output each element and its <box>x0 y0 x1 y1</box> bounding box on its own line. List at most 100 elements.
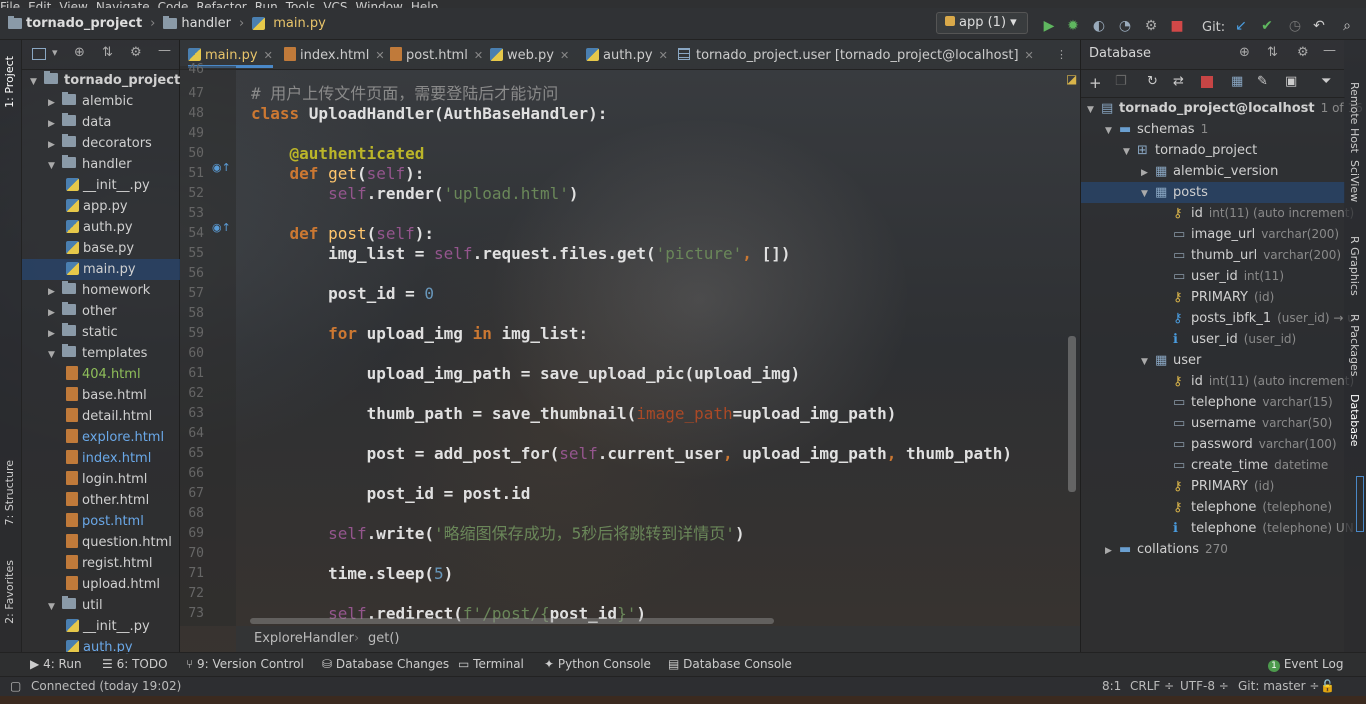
terminal-tool-tab[interactable]: ▭ Terminal <box>458 657 524 671</box>
tree-file[interactable]: __init__.py <box>22 616 180 637</box>
close-icon[interactable]: ✕ <box>659 49 668 62</box>
locate-icon[interactable]: ⊕ <box>1239 45 1250 60</box>
tree-file[interactable]: other.html <box>22 490 180 511</box>
sync-icon[interactable]: ⇄ <box>1173 74 1184 89</box>
chevron-right-icon[interactable]: ▶ <box>48 324 58 345</box>
tree-file[interactable]: login.html <box>22 469 180 490</box>
db-tree-node-folder[interactable]: ▼ ▬ schemas 1 <box>1081 119 1345 140</box>
python-console-tool-tab[interactable]: ✦ Python Console <box>544 657 651 671</box>
menu-item-window[interactable]: Window <box>356 0 403 8</box>
breadcrumb-handler[interactable]: handler <box>181 16 231 31</box>
tree-file[interactable]: explore.html <box>22 427 180 448</box>
run-tool-tab[interactable]: ▶ 4: Run <box>30 657 82 671</box>
chevron-right-icon[interactable]: ▶ <box>48 303 58 324</box>
tree-file[interactable]: question.html <box>22 532 180 553</box>
tab-list-icon[interactable]: ⋮ <box>1056 48 1067 61</box>
vcs-history-icon[interactable]: ◷ <box>1288 19 1302 33</box>
r-packages-tool-tab[interactable]: R Packages <box>1348 314 1361 376</box>
run-icon[interactable]: ▶ <box>1042 19 1056 33</box>
close-icon[interactable]: ✕ <box>264 49 273 62</box>
favorites-tool-tab[interactable]: 2: Favorites <box>3 560 16 624</box>
database-changes-tool-tab[interactable]: ⛁ Database Changes <box>322 657 449 671</box>
db-tree-node-idx[interactable]: ℹ telephone (telephone) UN <box>1081 518 1354 539</box>
tree-folder[interactable]: ▶ other <box>22 301 180 322</box>
run-configuration-select[interactable]: app (1) ▾ <box>936 12 1028 34</box>
todo-tool-tab[interactable]: ☰ 6: TODO <box>102 657 168 671</box>
tree-file[interactable]: upload.html <box>22 574 180 595</box>
event-log-tool-tab[interactable]: 1 Event Log <box>1268 657 1343 672</box>
override-marker-icon[interactable]: ◉↑ <box>212 221 231 234</box>
tree-file[interactable]: app.py <box>22 196 180 217</box>
chevron-down-icon[interactable]: ▾ <box>52 46 58 59</box>
tree-file[interactable]: detail.html <box>22 406 180 427</box>
menu-item-run[interactable]: Run <box>255 0 278 8</box>
line-separator[interactable]: CRLF ÷ <box>1130 679 1174 693</box>
close-icon[interactable]: ✕ <box>375 49 384 62</box>
tree-file[interactable]: regist.html <box>22 553 180 574</box>
db-tree-node-db[interactable]: ▼ ▤ tornado_project@localhost 1 of 16 <box>1081 98 1363 121</box>
build-icon[interactable]: ⚙ <box>1144 19 1158 33</box>
tree-folder[interactable]: ▼ tornado_project <box>22 70 180 91</box>
db-tree-node-col[interactable]: ▭ thumb_url varchar(200) <box>1081 245 1345 266</box>
tree-folder[interactable]: ▼ util <box>22 595 180 616</box>
close-icon[interactable]: ✕ <box>474 49 483 62</box>
debug-icon[interactable]: ✹ <box>1066 19 1080 33</box>
hide-icon[interactable]: — <box>1323 43 1336 58</box>
gear-icon[interactable]: ⚙ <box>130 45 142 60</box>
project-view-icon[interactable] <box>32 48 46 60</box>
editor-vertical-scrollbar[interactable] <box>1068 336 1076 492</box>
tree-file[interactable]: main.py <box>22 259 180 280</box>
structure-tool-tab[interactable]: 7: Structure <box>3 460 16 525</box>
menu-item-help[interactable]: Help <box>411 0 438 8</box>
db-tree-node-key[interactable]: ⚷ PRIMARY (id) <box>1081 287 1345 308</box>
editor-tab[interactable]: post.html ✕ <box>390 44 483 68</box>
chevron-down-icon[interactable]: ▼ <box>48 597 58 618</box>
db-tree-node-key[interactable]: ⚷ PRIMARY (id) <box>1081 476 1345 497</box>
caret-position[interactable]: 8:1 <box>1102 679 1121 693</box>
db-tree-node-schema[interactable]: ▼ ⊞ tornado_project <box>1081 140 1345 161</box>
profile-icon[interactable]: ◔ <box>1118 19 1132 33</box>
editor-tab[interactable]: auth.py ✕ <box>586 44 668 68</box>
chevron-down-icon[interactable]: ▼ <box>1087 100 1097 121</box>
tree-file[interactable]: __init__.py <box>22 175 180 196</box>
editor-breadcrumb-class[interactable]: ExploreHandler <box>254 631 354 646</box>
db-tree-node-col[interactable]: ▭ create_time datetime <box>1081 455 1345 476</box>
menu-item-edit[interactable]: Edit <box>28 0 51 8</box>
hide-icon[interactable]: — <box>158 43 171 58</box>
database-tool-tab[interactable]: Database <box>1348 394 1361 447</box>
chevron-right-icon[interactable]: ▶ <box>1141 163 1151 184</box>
db-tree-node-col[interactable]: ▭ username varchar(50) <box>1081 413 1345 434</box>
chevron-right-icon[interactable]: ▶ <box>48 114 58 135</box>
stop-icon[interactable] <box>1201 76 1213 88</box>
menu-item-file[interactable]: File <box>0 0 20 8</box>
refresh-icon[interactable]: ↻ <box>1147 74 1158 89</box>
chevron-down-icon[interactable]: ▼ <box>48 345 58 366</box>
db-tree-node-key[interactable]: ⚷ telephone (telephone) <box>1081 497 1345 518</box>
r-graphics-tool-tab[interactable]: R Graphics <box>1348 236 1361 296</box>
tree-file[interactable]: index.html <box>22 448 180 469</box>
db-tree-node-idx[interactable]: ℹ user_id (user_id) <box>1081 329 1345 350</box>
close-icon[interactable]: ✕ <box>560 49 569 62</box>
tree-folder[interactable]: ▶ alembic <box>22 91 180 112</box>
close-icon[interactable]: ✕ <box>1025 49 1034 62</box>
chevron-right-icon[interactable]: ▶ <box>48 135 58 156</box>
coverage-icon[interactable]: ◐ <box>1092 19 1106 33</box>
filter-icon[interactable]: ⏷ <box>1321 74 1331 89</box>
db-tree-node-key[interactable]: ⚷ id int(11) (auto increment) <box>1081 371 1354 392</box>
tree-file[interactable]: 404.html <box>22 364 180 385</box>
collapse-all-icon[interactable]: ⇅ <box>102 45 113 60</box>
tree-folder[interactable]: ▶ decorators <box>22 133 180 154</box>
code-editor[interactable]: # 用户上传文件页面，需要登陆后才能访问 class UploadHandler(… <box>236 66 1070 626</box>
sciview-tool-tab[interactable]: SciView <box>1348 160 1361 202</box>
tree-folder[interactable]: ▶ data <box>22 112 180 133</box>
menu-item-view[interactable]: View <box>59 0 87 8</box>
editor-breadcrumb-method[interactable]: get() <box>368 631 400 646</box>
tree-folder[interactable]: ▶ homework <box>22 280 180 301</box>
console-icon[interactable]: ▣ <box>1285 74 1297 89</box>
db-tree-node-folder[interactable]: ▶ ▬ collations 270 <box>1081 539 1345 560</box>
tree-folder[interactable]: ▼ templates <box>22 343 180 364</box>
vcs-commit-icon[interactable]: ✔ <box>1260 19 1274 33</box>
edit-icon[interactable]: ✎ <box>1257 74 1268 89</box>
copy-icon[interactable]: ❐ <box>1115 74 1127 89</box>
menu-item-refactor[interactable]: Refactor <box>196 0 246 8</box>
